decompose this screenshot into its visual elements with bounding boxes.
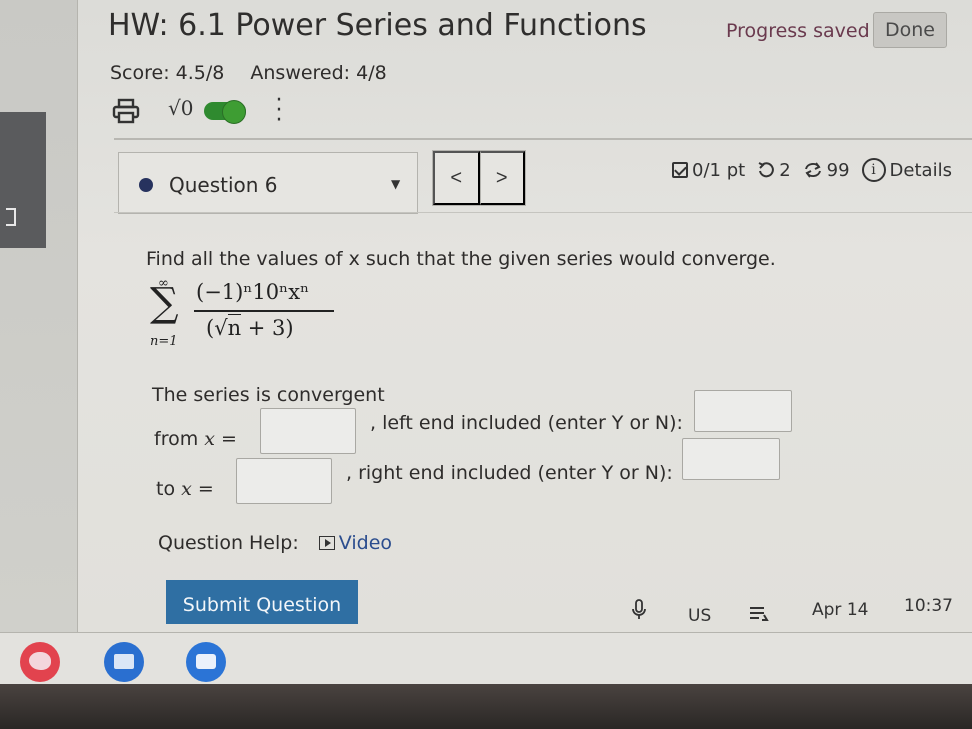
math-keyboard-icon[interactable]: √0: [168, 96, 193, 120]
bracket-icon: [6, 208, 16, 226]
previous-question-button[interactable]: <: [433, 151, 480, 205]
x-equals: x =: [181, 478, 214, 500]
screen: HW: 6.1 Power Series and Functions Progr…: [0, 0, 972, 632]
retry-icon: [804, 162, 821, 178]
paint-app-icon[interactable]: [20, 642, 60, 682]
answered-text: Answered: 4/8: [250, 62, 387, 84]
convergent-label: The series is convergent: [152, 384, 385, 406]
attempts-text: 2: [779, 159, 791, 181]
help-label: Question Help:: [158, 532, 299, 554]
numerator: (−1)ⁿ10ⁿxⁿ: [196, 280, 310, 304]
status-dot-icon: [139, 178, 153, 192]
right-end-input[interactable]: [682, 438, 780, 480]
done-button[interactable]: Done: [873, 12, 947, 48]
left-panel: [0, 0, 78, 632]
points: 0/1 pt: [672, 160, 745, 181]
details-button[interactable]: i Details: [861, 158, 952, 182]
question-help: Question Help: Video: [158, 532, 392, 554]
question-nav: < >: [432, 150, 526, 206]
undo-icon: [758, 162, 775, 178]
question-select[interactable]: Question 6 ▼: [118, 152, 418, 214]
print-icon[interactable]: [112, 98, 140, 124]
left-end-label: , left end included (enter Y or N):: [370, 412, 683, 434]
video-label: Video: [338, 532, 393, 554]
left-end-input[interactable]: [694, 390, 792, 432]
from-row: from x =: [154, 428, 237, 450]
device-bezel: [0, 684, 972, 729]
info-icon: i: [861, 158, 886, 182]
sum-lower-limit: n=1: [150, 334, 178, 349]
details-text: Details: [889, 159, 952, 181]
denominator-root: n: [227, 314, 242, 340]
next-question-button[interactable]: >: [479, 151, 525, 205]
camera-app-icon[interactable]: [186, 642, 226, 682]
submit-question-button[interactable]: Submit Question: [166, 580, 358, 624]
points-text: 0/1 pt: [692, 159, 746, 181]
math-toggle[interactable]: [204, 100, 246, 124]
video-link[interactable]: Video: [318, 532, 393, 554]
divider: [114, 212, 972, 213]
date-display[interactable]: Apr 14: [812, 600, 868, 620]
denominator-rest: + 3): [241, 316, 294, 340]
slides-app-icon[interactable]: [104, 642, 144, 682]
time-display[interactable]: 10:37: [904, 596, 953, 616]
question-meta: 0/1 pt 2 99 i Details: [672, 156, 964, 184]
to-x-input[interactable]: [236, 458, 332, 504]
checkbox-icon: [672, 162, 688, 178]
play-icon: [318, 536, 335, 550]
from-x-input[interactable]: [260, 408, 356, 454]
caret-down-icon: ▼: [391, 177, 401, 191]
microphone-icon[interactable]: [630, 598, 648, 622]
taskbar: [0, 632, 972, 684]
attempts: 2: [757, 159, 791, 181]
series-formula: ∞ ∑ n=1 (−1)ⁿ10ⁿxⁿ (√n + 3): [144, 276, 364, 356]
retries: 99: [803, 160, 850, 181]
question-prompt: Find all the values of x such that the g…: [146, 248, 776, 270]
divider: [114, 138, 972, 140]
sigma-symbol: ∑: [150, 280, 179, 326]
to-row: to x =: [156, 478, 214, 500]
retries-text: 99: [826, 159, 850, 181]
score-line: Score: 4.5/8 Answered: 4/8: [110, 62, 387, 84]
more-vertical-icon[interactable]: · · ·: [274, 90, 284, 132]
clipboard-lines-icon[interactable]: [748, 604, 770, 624]
from-label: from: [154, 428, 199, 450]
progress-status: Progress saved: [726, 20, 870, 42]
x-equals: x =: [204, 428, 237, 450]
question-select-label: Question 6: [169, 173, 278, 197]
locale-indicator[interactable]: US: [688, 606, 711, 626]
fraction-bar: [194, 310, 334, 312]
score-text: Score: 4.5/8: [110, 62, 225, 84]
to-label: to: [156, 478, 176, 500]
right-end-label: , right end included (enter Y or N):: [346, 462, 673, 484]
page-title: HW: 6.1 Power Series and Functions: [108, 8, 647, 43]
denominator: (√n + 3): [206, 314, 294, 340]
side-panel: [0, 112, 46, 248]
